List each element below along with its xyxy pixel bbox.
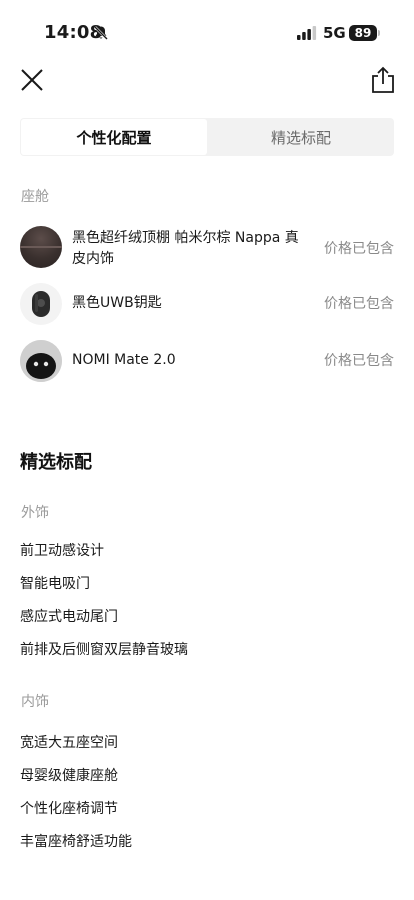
signal-icon [297, 26, 317, 40]
list-item[interactable]: 黑色超纤绒顶棚 帕米尔棕 Nappa 真皮内饰 价格已包含 [20, 224, 394, 270]
feature-item: 母婴级健康座舱 [20, 768, 118, 784]
tab-bar: 个性化配置 精选标配 [20, 118, 394, 156]
list-item[interactable]: 黑色UWB钥匙 价格已包含 [20, 281, 394, 327]
feature-item: 宽适大五座空间 [20, 735, 118, 751]
section-title-interior: 内饰 [21, 694, 49, 710]
battery-cap [378, 30, 380, 36]
close-icon[interactable] [18, 66, 46, 94]
tab-featured-standard[interactable]: 精选标配 [208, 118, 394, 156]
item-name: NOMI Mate 2.0 [72, 352, 176, 368]
item-price: 价格已包含 [324, 241, 394, 257]
feature-item: 前排及后侧窗双层静音玻璃 [20, 642, 188, 658]
status-bar: 14:08 5G 89 [0, 0, 414, 62]
item-price: 价格已包含 [324, 353, 394, 369]
featured-standard-heading: 精选标配 [20, 452, 92, 473]
item-price: 价格已包含 [324, 296, 394, 312]
tab-personalized-config[interactable]: 个性化配置 [21, 119, 207, 155]
section-title-cabin: 座舱 [21, 189, 49, 205]
nomi-robot-icon [20, 340, 62, 382]
feature-item: 前卫动感设计 [20, 543, 104, 559]
feature-item: 丰富座椅舒适功能 [20, 834, 132, 850]
nomi-robot-thumbnail [20, 340, 62, 382]
network-label: 5G [323, 24, 346, 42]
item-name: 黑色UWB钥匙 [72, 295, 162, 311]
share-icon[interactable] [370, 66, 396, 94]
bell-slash-icon [94, 26, 108, 40]
key-fob-icon [32, 291, 50, 317]
feature-item: 智能电吸门 [20, 576, 90, 592]
section-title-exterior: 外饰 [21, 505, 49, 521]
item-name: 黑色超纤绒顶棚 帕米尔棕 Nappa 真皮内饰 [72, 230, 299, 267]
feature-item: 感应式电动尾门 [20, 609, 118, 625]
feature-item: 个性化座椅调节 [20, 801, 118, 817]
battery-indicator: 89 [349, 25, 377, 41]
list-item[interactable]: NOMI Mate 2.0 价格已包含 [20, 338, 394, 384]
key-fob-thumbnail [20, 283, 62, 325]
headliner-swatch-thumbnail [20, 226, 62, 268]
